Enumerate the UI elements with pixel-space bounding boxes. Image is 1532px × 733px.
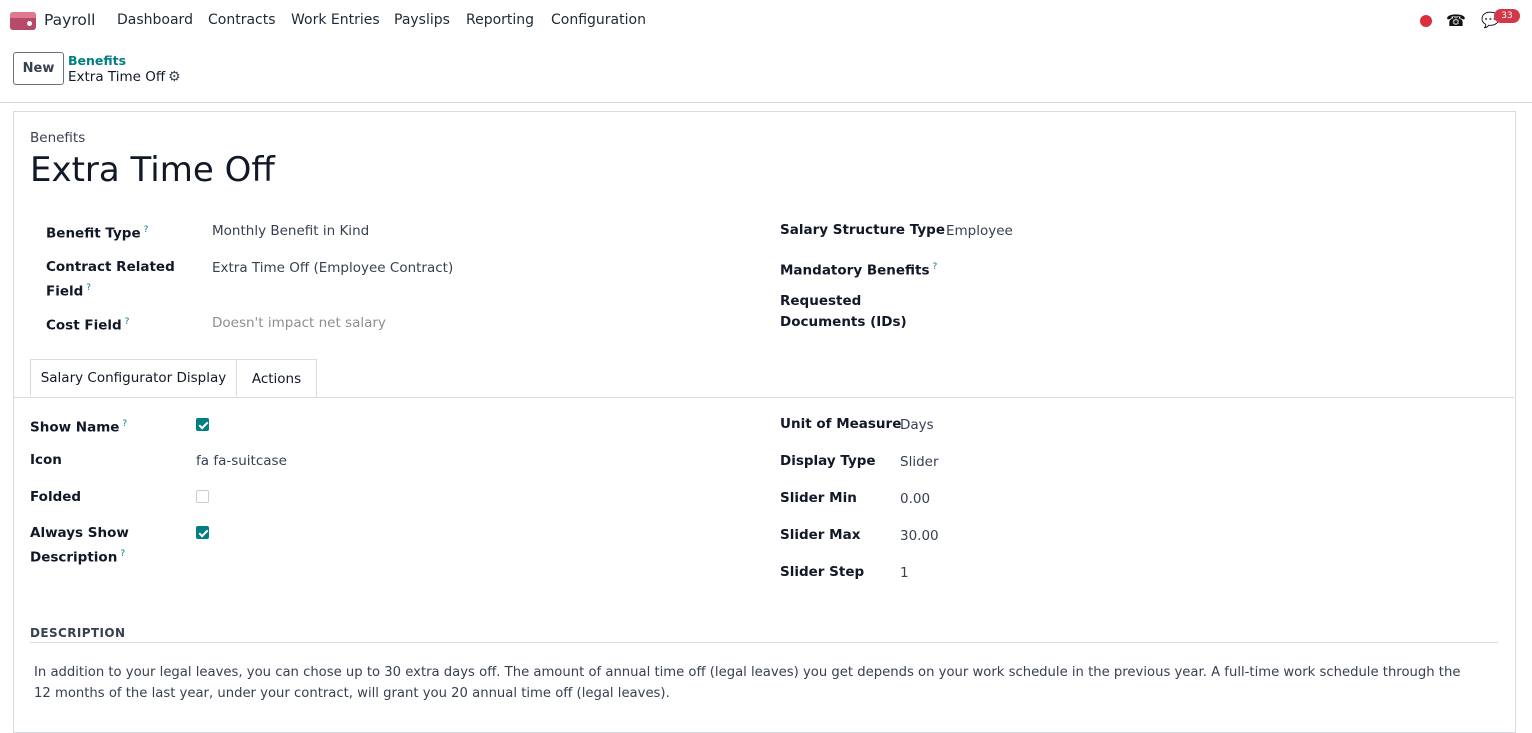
field-label-folded: Folded [30, 489, 82, 505]
slider-step-value[interactable]: 1 [900, 565, 909, 581]
help-icon[interactable]: ? [144, 225, 149, 235]
app-name[interactable]: Payroll [44, 11, 95, 29]
payroll-app-icon[interactable] [10, 12, 36, 30]
menu-contracts[interactable]: Contracts [208, 12, 276, 28]
field-label-contract-related-field: Contract Related Field? [46, 259, 175, 300]
new-button[interactable]: New [13, 52, 64, 85]
field-label-slider-min: Slider Min [780, 490, 857, 506]
description-text[interactable]: In addition to your legal leaves, you ca… [34, 662, 1474, 704]
icon-value[interactable]: fa fa-suitcase [196, 453, 287, 469]
help-icon[interactable]: ? [122, 419, 127, 429]
field-label-display-type: Display Type [780, 453, 876, 469]
help-icon[interactable]: ? [125, 317, 130, 327]
slider-max-value[interactable]: 30.00 [900, 528, 939, 544]
tab-actions[interactable]: Actions [236, 359, 317, 397]
menu-payslips[interactable]: Payslips [394, 12, 450, 28]
description-divider [30, 642, 1498, 643]
field-label-icon: Icon [30, 452, 62, 468]
field-label-show-name: Show Name? [30, 419, 128, 436]
field-label-salary-structure-type: Salary Structure Type [780, 222, 945, 238]
menu-configuration[interactable]: Configuration [551, 12, 646, 28]
cost-field-value[interactable]: Doesn't impact net salary [212, 315, 386, 331]
field-label-slider-max: Slider Max [780, 527, 861, 543]
help-icon[interactable]: ? [86, 283, 91, 293]
gear-icon[interactable]: ⚙ [168, 69, 181, 85]
tabs-divider [13, 397, 1514, 398]
field-label-benefit-type: Benefit Type? [46, 225, 149, 242]
slider-min-value[interactable]: 0.00 [900, 491, 930, 507]
record-title[interactable]: Extra Time Off [30, 150, 275, 190]
menu-reporting[interactable]: Reporting [466, 12, 534, 28]
always-show-description-checkbox[interactable] [196, 526, 209, 539]
unit-of-measure-value[interactable]: Days [900, 417, 934, 433]
breadcrumb-current: Extra Time Off [68, 69, 166, 85]
form-sheet [13, 111, 1516, 733]
help-icon[interactable]: ? [120, 549, 125, 559]
control-panel: New Benefits Extra Time Off ⚙ [0, 42, 1532, 103]
contract-related-field-value[interactable]: Extra Time Off (Employee Contract) [212, 260, 453, 276]
show-name-checkbox[interactable] [196, 418, 209, 431]
field-label-slider-step: Slider Step [780, 564, 865, 580]
display-type-value[interactable]: Slider [900, 454, 939, 470]
field-label-unit-of-measure: Unit of Measure [780, 416, 902, 432]
folded-checkbox[interactable] [196, 490, 209, 503]
section-label: Benefits [30, 130, 86, 146]
description-title: DESCRIPTION [30, 626, 126, 640]
menu-work-entries[interactable]: Work Entries [291, 12, 380, 28]
phone-icon[interactable]: ☎ [1446, 11, 1466, 30]
field-label-always-show-description: Always Show Description? [30, 525, 129, 566]
top-navbar: Payroll Dashboard Contracts Work Entries… [0, 0, 1532, 42]
help-icon[interactable]: ? [933, 262, 938, 272]
benefit-type-value[interactable]: Monthly Benefit in Kind [212, 223, 369, 239]
breadcrumb-parent[interactable]: Benefits [68, 53, 126, 68]
notification-badge: 33 [1494, 9, 1520, 23]
field-label-cost-field: Cost Field? [46, 317, 130, 334]
salary-structure-type-value[interactable]: Employee [946, 223, 1013, 239]
recording-dot-icon[interactable] [1420, 15, 1432, 27]
field-label-mandatory-benefits: Mandatory Benefits? [780, 262, 938, 279]
field-label-requested-documents: Requested Documents (IDs) [780, 293, 907, 330]
menu-dashboard[interactable]: Dashboard [117, 12, 193, 28]
tab-salary-configurator-display[interactable]: Salary Configurator Display [30, 359, 237, 397]
